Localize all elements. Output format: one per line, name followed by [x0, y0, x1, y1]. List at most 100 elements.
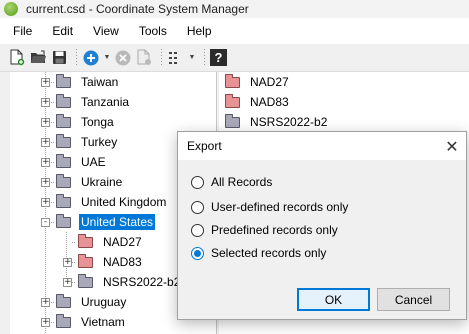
toolbar-separator: [161, 48, 162, 67]
tree-guide-line: [51, 222, 55, 223]
tree-item-label[interactable]: NSRS2022-b2: [101, 274, 182, 290]
option-label[interactable]: User-defined records only: [211, 200, 348, 214]
add-icon[interactable]: [82, 49, 100, 67]
list-item[interactable]: NAD27: [225, 72, 291, 92]
option-label[interactable]: Selected records only: [211, 246, 326, 260]
tree-item[interactable]: - United States: [41, 212, 156, 232]
tree-item-label[interactable]: Taiwan: [79, 74, 120, 90]
expand-icon[interactable]: +: [41, 97, 50, 107]
list-item-label: NAD27: [250, 75, 289, 89]
list-item-label: NAD83: [250, 95, 289, 109]
delete-icon: [114, 49, 132, 67]
toolbar-separator: [76, 48, 77, 67]
folder-icon: [56, 73, 71, 88]
folder-icon: [56, 113, 71, 128]
tree-guide-line: [51, 122, 55, 123]
tree-item-label[interactable]: Vietnam: [79, 314, 127, 330]
folder-icon: [56, 153, 71, 168]
folder-icon: [225, 73, 240, 88]
tree-item-label[interactable]: Ukraine: [79, 174, 124, 190]
list-item[interactable]: NAD83: [225, 92, 291, 112]
view-dropdown-arrow-icon[interactable]: ▼: [188, 49, 196, 67]
menu-tools[interactable]: Tools: [129, 18, 177, 44]
folder-icon: [225, 93, 240, 108]
tree-item-label[interactable]: Uruguay: [79, 294, 128, 310]
tree-item-label[interactable]: UAE: [79, 154, 108, 170]
radio-predefined[interactable]: [191, 223, 204, 237]
expand-icon[interactable]: +: [41, 177, 50, 187]
add-dropdown-arrow-icon[interactable]: ▼: [103, 49, 111, 67]
help-icon[interactable]: ?: [210, 49, 227, 66]
list-item[interactable]: NSRS2022-b2: [225, 112, 329, 132]
tree-guide-line: [51, 302, 55, 303]
help-icon-label: ?: [214, 50, 223, 65]
folder-icon: [56, 133, 71, 148]
folder-icon: [56, 93, 71, 108]
folder-icon: [56, 173, 71, 188]
menu-file[interactable]: File: [0, 18, 42, 44]
option-label[interactable]: All Records: [211, 175, 272, 189]
copy-record-icon: [135, 49, 153, 67]
tree-guide-line: [72, 242, 76, 243]
option-user-defined[interactable]: User-defined records only: [191, 197, 348, 217]
expand-icon[interactable]: +: [41, 317, 50, 327]
tree-guide-line: [51, 322, 55, 323]
tree-item-label[interactable]: NAD83: [101, 254, 144, 270]
tree-item-label[interactable]: Tonga: [79, 114, 116, 130]
option-selected[interactable]: Selected records only: [191, 243, 326, 263]
radio-all-records[interactable]: [191, 175, 204, 189]
tree-item-label[interactable]: Turkey: [79, 134, 119, 150]
folder-icon: [56, 293, 71, 308]
expand-icon[interactable]: +: [41, 297, 50, 307]
menu-help[interactable]: Help: [177, 18, 222, 44]
menu-edit[interactable]: Edit: [42, 18, 83, 44]
folder-icon: [78, 273, 93, 288]
expand-icon[interactable]: +: [41, 137, 50, 147]
tree-guide-line: [72, 282, 76, 283]
expand-icon[interactable]: +: [63, 277, 72, 287]
menu-view[interactable]: View: [83, 18, 129, 44]
tree-item[interactable]: + United Kingdom: [41, 192, 168, 212]
export-dialog: Export ✕ All Records User-defined record…: [177, 131, 467, 320]
tree-item[interactable]: + NSRS2022-b2: [63, 272, 182, 292]
folder-icon: [225, 113, 240, 128]
collapse-icon[interactable]: -: [41, 217, 50, 227]
dialog-title-bar: Export ✕: [178, 132, 466, 160]
folder-icon: [56, 193, 71, 208]
ok-button[interactable]: OK: [297, 288, 370, 311]
open-folder-icon[interactable]: [29, 49, 47, 67]
tree-guide-line: [51, 82, 55, 83]
tree-guide-line: [51, 162, 55, 163]
dialog-title: Export: [187, 139, 222, 153]
window-title: current.csd - Coordinate System Manager: [26, 2, 249, 16]
expand-icon[interactable]: +: [41, 77, 50, 87]
radio-user-defined[interactable]: [191, 200, 204, 214]
expand-icon[interactable]: +: [41, 117, 50, 127]
tree-guide-line: [51, 182, 55, 183]
expand-icon[interactable]: +: [41, 157, 50, 167]
save-icon[interactable]: [50, 49, 68, 67]
option-label[interactable]: Predefined records only: [211, 223, 338, 237]
option-predefined[interactable]: Predefined records only: [191, 220, 338, 240]
cancel-button[interactable]: Cancel: [377, 288, 450, 311]
tree-guide-line: [51, 102, 55, 103]
tree-item-label[interactable]: United Kingdom: [79, 194, 168, 210]
tree-item-label[interactable]: Tanzania: [79, 94, 131, 110]
app-logo-icon: [4, 2, 18, 16]
tree-item-label[interactable]: United States: [79, 214, 156, 230]
radio-selected[interactable]: [191, 246, 204, 260]
close-icon[interactable]: ✕: [438, 132, 466, 160]
toolbar-separator: [204, 48, 205, 67]
expand-icon[interactable]: +: [41, 197, 50, 207]
toolbar: ▼ ▼ ?: [0, 44, 469, 72]
new-file-icon[interactable]: [8, 49, 26, 67]
folder-icon: [56, 213, 71, 228]
view-options-icon[interactable]: [167, 49, 185, 67]
tree-guide-line: [72, 262, 76, 263]
folder-icon: [56, 313, 71, 328]
expand-icon[interactable]: +: [63, 257, 72, 267]
folder-icon: [78, 233, 93, 248]
tree-item-label[interactable]: NAD27: [101, 234, 144, 250]
option-all-records[interactable]: All Records: [191, 172, 272, 192]
list-item-label: NSRS2022-b2: [250, 115, 328, 129]
